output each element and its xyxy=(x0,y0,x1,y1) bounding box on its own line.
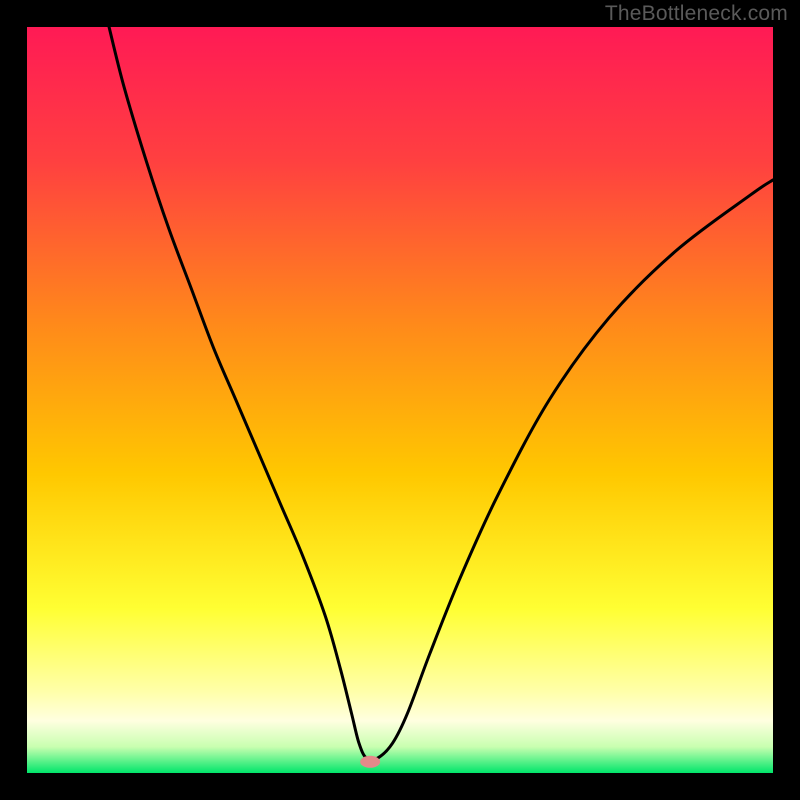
watermark-text: TheBottleneck.com xyxy=(605,2,788,26)
plot-frame xyxy=(27,27,773,773)
minimum-marker xyxy=(360,756,380,768)
chart-svg xyxy=(27,27,773,773)
chart-root: TheBottleneck.com xyxy=(0,0,800,800)
